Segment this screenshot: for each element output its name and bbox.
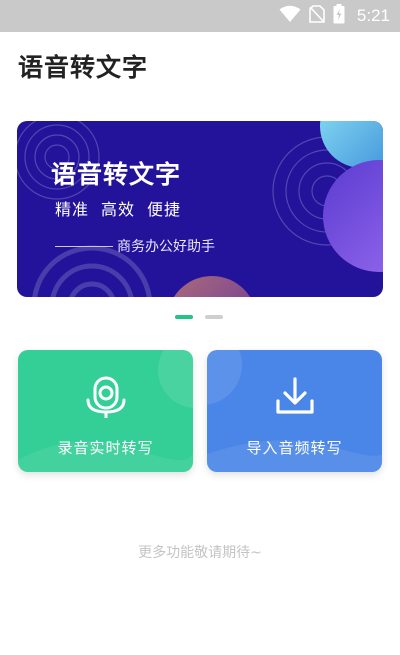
record-transcribe-label: 录音实时转写 [57,439,154,457]
carousel-dot[interactable] [205,315,223,319]
banner-tag: 精准 [55,200,90,219]
promo-banner[interactable]: 语音转文字 精准 高效 便捷 商务办公好助手 [17,121,383,297]
battery-charging-icon [333,4,345,28]
banner-tags: 精准 高效 便捷 [55,196,181,220]
microphone-icon [86,376,126,424]
banner-title: 语音转文字 [51,160,182,189]
status-bar: 5:21 [0,0,400,32]
no-sim-icon [309,5,325,27]
page-title: 语音转文字 [18,53,149,82]
download-icon [275,376,315,420]
subtitle-dash [55,245,113,247]
wifi-icon [279,5,301,27]
record-transcribe-button[interactable]: 录音实时转写 [18,350,193,472]
banner-subtitle: 商务办公好助手 [55,236,215,256]
banner-tag: 便捷 [147,200,182,219]
status-icons: 5:21 [279,0,390,32]
more-features-text: 更多功能敬请期待~ [138,545,262,561]
banner-subtitle-text: 商务办公好助手 [117,239,215,255]
banner-tag: 高效 [101,200,136,219]
import-audio-label: 导入音频转写 [246,439,343,457]
carousel-indicator [175,315,223,319]
carousel-dot-active[interactable] [175,315,193,319]
status-time: 5:21 [356,6,390,25]
import-audio-button[interactable]: 导入音频转写 [207,350,382,472]
